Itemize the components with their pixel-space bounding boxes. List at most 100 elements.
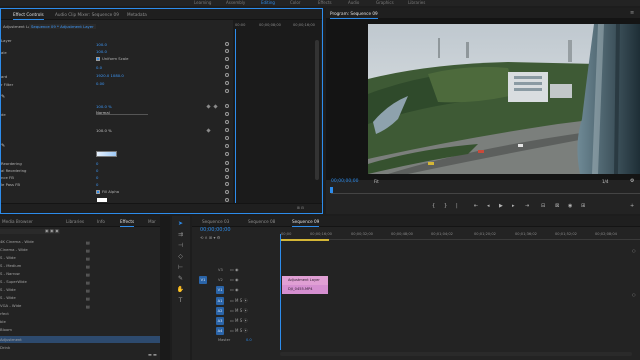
effect-item[interactable]: Drink xyxy=(0,345,10,350)
track-target-a1[interactable]: A1 xyxy=(216,297,224,305)
reset-icon[interactable] xyxy=(225,112,229,116)
tab-sequence-09[interactable]: Sequence 09 xyxy=(292,219,320,227)
fill-alpha-checkbox[interactable] xyxy=(96,190,100,194)
reset-icon[interactable] xyxy=(225,190,229,194)
effect-item[interactable]: S - Wide xyxy=(0,255,16,260)
tab-sequence-08[interactable]: Sequence 08 xyxy=(248,219,275,224)
keyframe-add-icon[interactable] xyxy=(213,104,218,109)
ec-timeline[interactable]: 00:00 00;00;08;00 00;00;16;00 xyxy=(233,20,321,203)
track-a1-controls[interactable]: ▭ M S ⦿ xyxy=(230,298,248,304)
effect-item[interactable]: 4K Cinema - Wide xyxy=(0,239,34,244)
ec-footer-icons[interactable]: ⊞ ⊟ xyxy=(297,206,304,210)
workspace-audio[interactable]: Audio xyxy=(348,0,359,5)
ripple-edit-tool-icon[interactable]: ⊣ xyxy=(176,242,185,250)
lift-icon[interactable]: ⊟ xyxy=(541,203,545,209)
scroll-knob[interactable]: ○ xyxy=(632,292,636,297)
tab-libraries[interactable]: Libraries xyxy=(66,219,84,224)
param-value-1[interactable]: 100.0 xyxy=(96,49,107,54)
reset-icon[interactable] xyxy=(225,104,229,108)
reset-icon[interactable] xyxy=(225,89,229,93)
extract-icon[interactable]: ⊠ xyxy=(555,203,559,209)
reset-icon[interactable] xyxy=(225,175,229,179)
goto-out-point-icon[interactable]: ⇥ xyxy=(525,203,529,209)
clip-dji-video[interactable]: DJI_0455.MP4 xyxy=(282,285,328,294)
effect-item[interactable]: S - Narrow xyxy=(0,271,20,276)
ec-playhead[interactable] xyxy=(235,29,236,203)
param-value-9[interactable]: 0 xyxy=(96,161,98,166)
track-target-a4[interactable]: A4 xyxy=(216,327,224,335)
tab-markers[interactable]: Mar xyxy=(148,219,156,224)
clip-adjustment-layer[interactable]: Adjustment Layer xyxy=(282,276,328,285)
param-value-10[interactable]: 0 xyxy=(96,168,98,173)
track-a4-controls[interactable]: ▭ M S ⦿ xyxy=(230,328,248,334)
master-volume-value[interactable]: 0.0 xyxy=(246,338,252,342)
reset-icon[interactable] xyxy=(225,152,229,156)
workspace-graphics[interactable]: Graphics xyxy=(376,0,394,5)
mark-in-icon[interactable]: { xyxy=(432,203,435,209)
wrench-icon[interactable]: ⚙ xyxy=(630,178,634,184)
reset-icon[interactable] xyxy=(225,128,229,132)
step-forward-icon[interactable]: ▸ xyxy=(512,203,515,209)
reset-icon[interactable] xyxy=(225,57,229,61)
track-target-v1[interactable]: V1 xyxy=(216,286,224,294)
track-target-a2[interactable]: A2 xyxy=(216,307,224,315)
program-video-frame[interactable] xyxy=(368,24,640,174)
tab-metadata[interactable]: Metadata xyxy=(127,12,147,17)
step-back-icon[interactable]: ◂ xyxy=(487,203,490,209)
workspace-editing[interactable]: Editing xyxy=(261,0,275,5)
effect-item[interactable]: S - SuperWide xyxy=(0,279,27,284)
track-v3-controls[interactable]: ▭ ◉ xyxy=(230,267,239,272)
effects-filter-icons[interactable]: ▣ ▣ ▣ xyxy=(45,228,59,233)
param-value-0[interactable]: 100.0 xyxy=(96,42,107,47)
hand-tool-icon[interactable]: ✋ xyxy=(176,286,185,294)
comparison-view-icon[interactable]: ⊞ xyxy=(581,203,585,209)
eyedropper-icon[interactable]: ✎ xyxy=(1,143,5,149)
reset-icon[interactable] xyxy=(225,65,229,69)
tab-media-browser[interactable]: Media Browser xyxy=(2,219,33,224)
program-timecode[interactable]: 00;00;00;00 xyxy=(331,179,358,184)
tab-effects[interactable]: Effects xyxy=(120,219,135,227)
track-v2-controls[interactable]: ▭ ◉ xyxy=(230,277,239,282)
blend-mode-dropdown[interactable]: Normal xyxy=(96,110,148,115)
effect-item[interactable]: Cinema - Wide xyxy=(0,247,28,252)
reset-icon[interactable] xyxy=(225,81,229,85)
param-value-3[interactable]: 0.0 xyxy=(96,65,102,70)
workspace-effects[interactable]: Effects xyxy=(318,0,332,5)
workspace-assembly[interactable]: Assembly xyxy=(226,0,245,5)
panel-menu-icon[interactable]: ≡ xyxy=(630,10,634,16)
fill-color-swatch[interactable] xyxy=(97,198,107,202)
reset-icon[interactable] xyxy=(225,144,229,148)
target-clip-dropdown[interactable]: Sequence 09 * Adjustment Layer xyxy=(29,24,96,29)
resolution-dropdown[interactable]: 1/4 xyxy=(602,179,608,184)
add-button-icon[interactable]: + xyxy=(630,203,634,209)
param-value-4[interactable]: 1920.0 1080.0 xyxy=(96,73,124,78)
track-select-tool-icon[interactable]: ⇉ xyxy=(176,231,185,239)
monitor-playhead[interactable] xyxy=(330,187,333,193)
export-frame-icon[interactable]: ◉ xyxy=(568,203,572,209)
reset-icon[interactable] xyxy=(225,136,229,140)
selection-tool-icon[interactable]: ➤ xyxy=(176,220,185,228)
track-label-v2[interactable]: V2 xyxy=(218,278,223,282)
play-icon[interactable]: ▶ xyxy=(499,203,503,209)
razor-tool-icon[interactable]: ◇ xyxy=(176,253,185,261)
param-value-5[interactable]: 0.00 xyxy=(96,81,104,86)
scroll-knob[interactable]: ○ xyxy=(632,248,636,253)
goto-in-icon[interactable]: | xyxy=(456,203,458,209)
workspace-learning[interactable]: Learning xyxy=(194,0,211,5)
effect-item[interactable]: VGA - Wide xyxy=(0,303,21,308)
reset-icon[interactable] xyxy=(225,161,229,165)
effect-item-selected[interactable]: Adjustment xyxy=(0,336,170,343)
keyframe-prev-icon[interactable] xyxy=(206,128,211,133)
workspace-libraries[interactable]: Libraries xyxy=(408,0,425,5)
reset-icon[interactable] xyxy=(225,168,229,172)
new-bin-icon[interactable]: ▬ ▬ xyxy=(148,352,157,357)
goto-in-point-icon[interactable]: ⇤ xyxy=(474,203,478,209)
track-a3-controls[interactable]: ▭ M S ⦿ xyxy=(230,318,248,324)
zoom-fit-dropdown[interactable]: Fit xyxy=(374,179,379,184)
param-value-8[interactable]: 100.0 % xyxy=(96,128,112,133)
effect-item[interactable]: rfect xyxy=(0,311,9,316)
ec-scrollbar[interactable] xyxy=(315,40,319,180)
type-tool-icon[interactable]: T xyxy=(176,297,185,305)
source-patch-v1[interactable]: V1 xyxy=(199,276,207,284)
uniform-scale-checkbox[interactable] xyxy=(96,57,100,61)
